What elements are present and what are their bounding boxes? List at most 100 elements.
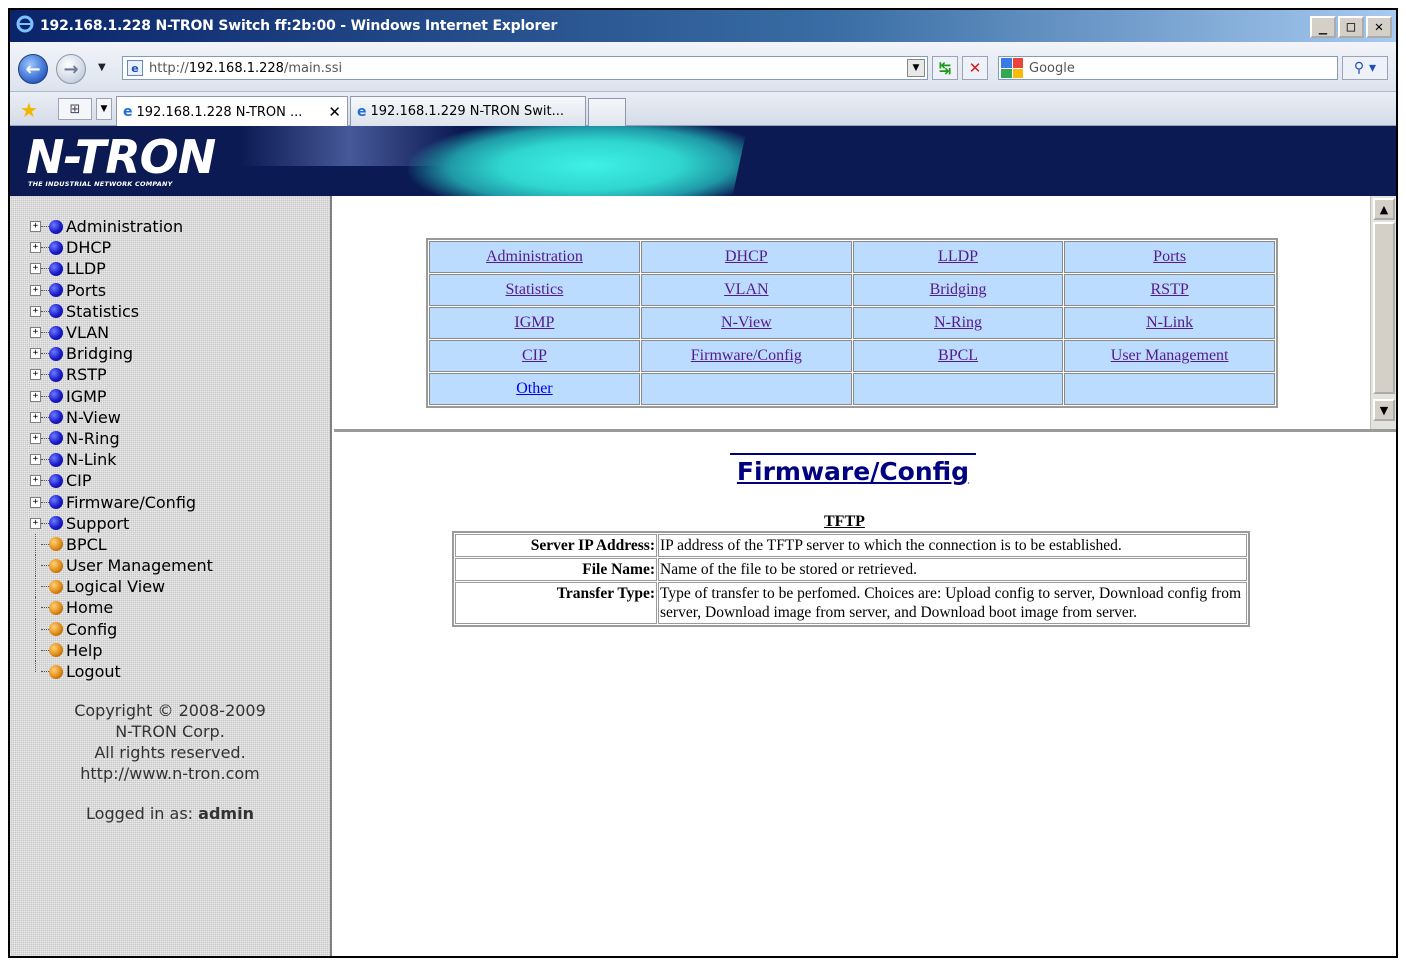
sidebar-item[interactable]: + Support bbox=[30, 513, 213, 534]
sidebar-item-label[interactable]: IGMP bbox=[66, 387, 107, 406]
help-topic-link[interactable]: IGMP bbox=[514, 314, 554, 331]
sidebar-item-label[interactable]: Logical View bbox=[66, 577, 165, 596]
help-topic-link[interactable]: RSTP bbox=[1151, 281, 1189, 298]
sidebar-item-label[interactable]: BPCL bbox=[66, 535, 107, 554]
help-topic-link[interactable]: Bridging bbox=[930, 281, 987, 298]
sidebar-item[interactable]: User Management bbox=[30, 555, 213, 577]
help-topic-link[interactable]: LLDP bbox=[938, 248, 978, 265]
sidebar-item-label[interactable]: User Management bbox=[66, 556, 213, 575]
sidebar-item[interactable]: Help bbox=[30, 639, 213, 661]
forward-button[interactable]: → bbox=[56, 54, 86, 84]
sidebar-item-label[interactable]: Logout bbox=[66, 662, 121, 681]
sidebar-item-label[interactable]: LLDP bbox=[66, 259, 106, 278]
refresh-button[interactable]: ↹ bbox=[932, 56, 958, 80]
sidebar-item-label[interactable]: Firmware/Config bbox=[66, 493, 196, 512]
help-topic-link[interactable]: N-Ring bbox=[934, 314, 982, 331]
sidebar-item-label[interactable]: N-Ring bbox=[66, 429, 120, 448]
sidebar-item[interactable]: + VLAN bbox=[30, 322, 213, 343]
sidebar-item[interactable]: + IGMP bbox=[30, 386, 213, 407]
sidebar-item-label[interactable]: VLAN bbox=[66, 323, 109, 342]
help-topic-link[interactable]: N-View bbox=[721, 314, 772, 331]
expand-icon[interactable]: + bbox=[30, 454, 41, 466]
help-topic-link[interactable]: CIP bbox=[522, 347, 547, 364]
scroll-up-button[interactable]: ▲ bbox=[1373, 198, 1395, 220]
favorites-star-icon[interactable]: ★ bbox=[20, 98, 38, 122]
stop-button[interactable]: ✕ bbox=[962, 56, 988, 80]
sidebar-item[interactable]: BPCL bbox=[30, 533, 213, 555]
expand-icon[interactable]: + bbox=[30, 432, 41, 444]
address-input[interactable]: e http://192.168.1.228/main.ssi ▼ bbox=[122, 56, 928, 80]
sidebar-item[interactable]: + CIP bbox=[30, 470, 213, 491]
expand-icon[interactable]: + bbox=[30, 263, 41, 275]
expand-icon[interactable]: + bbox=[30, 348, 41, 360]
tab-close-icon[interactable]: ✕ bbox=[328, 103, 341, 121]
tab-active[interactable]: e 192.168.1.228 N-TRON ... ✕ bbox=[116, 96, 348, 127]
sidebar-item-label[interactable]: Ports bbox=[66, 281, 106, 300]
sidebar-item[interactable]: + Bridging bbox=[30, 343, 213, 364]
help-topic-link[interactable]: Other bbox=[516, 380, 552, 397]
sidebar-item-label[interactable]: Statistics bbox=[66, 302, 139, 321]
sidebar-item[interactable]: Logical View bbox=[30, 576, 213, 598]
maximize-button[interactable]: □ bbox=[1338, 16, 1364, 38]
sidebar-item[interactable]: + RSTP bbox=[30, 364, 213, 385]
help-topic-link[interactable]: User Management bbox=[1111, 347, 1229, 364]
sidebar-item[interactable]: + LLDP bbox=[30, 258, 213, 279]
sidebar-item[interactable]: Logout bbox=[30, 660, 213, 682]
sidebar-item[interactable]: Home bbox=[30, 597, 213, 619]
expand-icon[interactable]: + bbox=[30, 369, 41, 381]
sidebar-item-label[interactable]: Config bbox=[66, 620, 117, 639]
tab-list-button[interactable]: ▼ bbox=[96, 98, 112, 120]
vertical-scrollbar[interactable]: ▲ ▼ bbox=[1370, 196, 1396, 429]
expand-icon[interactable]: + bbox=[30, 284, 41, 296]
search-input[interactable]: Google bbox=[998, 56, 1338, 80]
sidebar-item[interactable]: + Statistics bbox=[30, 301, 213, 322]
recent-pages-dropdown[interactable]: ▼ bbox=[98, 62, 106, 73]
sidebar-item-label[interactable]: Bridging bbox=[66, 344, 133, 363]
sidebar-item[interactable]: + Firmware/Config bbox=[30, 491, 213, 512]
sidebar-item-label[interactable]: N-View bbox=[66, 408, 121, 427]
expand-icon[interactable]: + bbox=[30, 327, 41, 339]
expand-icon[interactable]: + bbox=[30, 496, 41, 508]
tab-inactive[interactable]: e 192.168.1.229 N-TRON Swit... bbox=[350, 96, 586, 126]
sidebar-item[interactable]: + N-View bbox=[30, 407, 213, 428]
sidebar-item-label[interactable]: CIP bbox=[66, 471, 92, 490]
help-topic-link[interactable]: BPCL bbox=[938, 347, 978, 364]
expand-icon[interactable]: + bbox=[30, 305, 41, 317]
expand-icon[interactable]: + bbox=[30, 517, 41, 529]
help-topic-link[interactable]: N-Link bbox=[1146, 314, 1193, 331]
scrollbar-thumb[interactable] bbox=[1373, 222, 1395, 394]
sidebar-item-label[interactable]: N-Link bbox=[66, 450, 117, 469]
sidebar-item[interactable]: + DHCP bbox=[30, 237, 213, 258]
sidebar-item[interactable]: + Ports bbox=[30, 280, 213, 301]
quick-tabs-button[interactable]: ⊞ bbox=[58, 98, 92, 120]
sidebar-item-label[interactable]: Support bbox=[66, 514, 129, 533]
sidebar-item-label[interactable]: Administration bbox=[66, 217, 183, 236]
scroll-down-button[interactable]: ▼ bbox=[1373, 399, 1395, 421]
sidebar-item-label[interactable]: Home bbox=[66, 598, 113, 617]
expand-icon[interactable]: + bbox=[30, 411, 41, 423]
expand-icon[interactable]: + bbox=[30, 475, 41, 487]
sidebar-item-label[interactable]: DHCP bbox=[66, 238, 111, 257]
folder-bullet-icon bbox=[49, 516, 63, 531]
expand-icon[interactable]: + bbox=[30, 390, 41, 402]
sidebar-item[interactable]: Config bbox=[30, 618, 213, 640]
expand-icon[interactable]: + bbox=[30, 221, 41, 233]
sidebar-item-label[interactable]: Help bbox=[66, 641, 102, 660]
help-topic-link[interactable]: Firmware/Config bbox=[691, 347, 802, 364]
help-topic-link[interactable]: Administration bbox=[486, 248, 583, 265]
minimize-button[interactable]: _ bbox=[1310, 16, 1336, 38]
sidebar-item[interactable]: + Administration bbox=[30, 216, 213, 237]
sidebar-item[interactable]: + N-Link bbox=[30, 449, 213, 470]
close-button[interactable]: ✕ bbox=[1366, 16, 1392, 38]
address-dropdown-button[interactable]: ▼ bbox=[907, 59, 925, 77]
search-button[interactable]: ⚲ ▾ bbox=[1342, 56, 1388, 80]
expand-icon[interactable]: + bbox=[30, 242, 41, 254]
sidebar-item-label[interactable]: RSTP bbox=[66, 365, 107, 384]
help-topic-link[interactable]: VLAN bbox=[724, 281, 768, 298]
help-topic-link[interactable]: DHCP bbox=[725, 248, 768, 265]
new-tab-button[interactable] bbox=[588, 98, 626, 126]
help-topic-link[interactable]: Ports bbox=[1153, 248, 1186, 265]
sidebar-item[interactable]: + N-Ring bbox=[30, 428, 213, 449]
back-button[interactable]: ← bbox=[18, 54, 48, 84]
help-topic-link[interactable]: Statistics bbox=[506, 281, 564, 298]
